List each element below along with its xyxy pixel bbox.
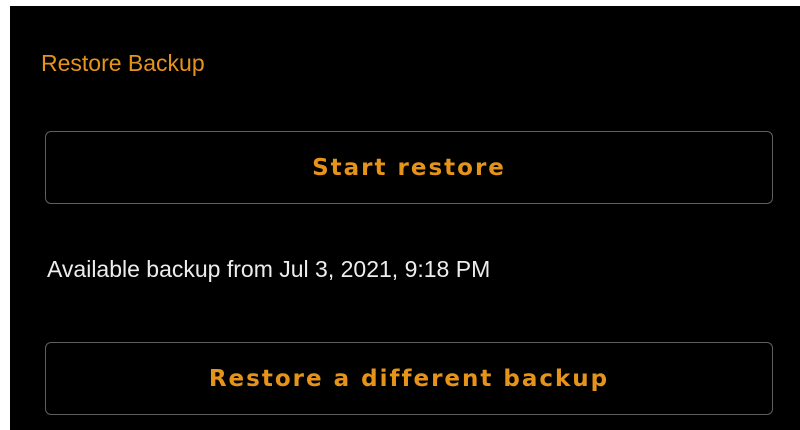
start-restore-button[interactable]: Start restore bbox=[45, 131, 773, 204]
section-title: Restore Backup bbox=[41, 50, 205, 76]
available-backup-text: Available backup from Jul 3, 2021, 9:18 … bbox=[47, 256, 491, 282]
restore-different-backup-button[interactable]: Restore a different backup bbox=[45, 342, 773, 415]
restore-backup-screen: Restore Backup Start restore Available b… bbox=[10, 6, 800, 430]
